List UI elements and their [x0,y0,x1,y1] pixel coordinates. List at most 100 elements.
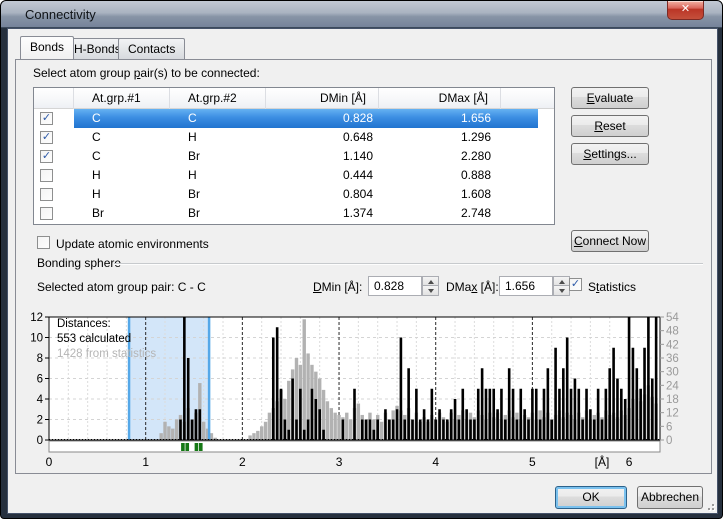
dmax-spinner[interactable] [553,276,570,296]
resize-grip[interactable] [704,500,714,510]
dmax-field[interactable]: 1.656 [499,276,553,296]
cell-grp1[interactable]: C [74,128,170,147]
cell-dmax[interactable]: 2.748 [379,204,501,223]
cell-dmax[interactable]: 1.296 [379,128,501,147]
legend-distances: Distances: [57,317,156,332]
svg-text:3: 3 [336,455,343,469]
header-dmax[interactable]: DMax [Å] [379,88,501,109]
cell-dmin[interactable]: 1.140 [266,147,379,166]
header-atgrp2[interactable]: At.grp.#2 [170,88,266,109]
spin-up-icon[interactable] [422,276,439,286]
cell-grp2[interactable]: C [170,109,266,128]
table-row[interactable]: ✓ CBr1.1402.280 [34,147,554,166]
cell-dmax[interactable]: 2.280 [379,147,501,166]
row-checkbox[interactable] [40,188,53,201]
svg-text:4: 4 [37,394,44,406]
statistics-checkbox[interactable]: ✓ [569,278,582,291]
dmin-spinner[interactable] [422,276,439,296]
table-row[interactable]: BrBr1.3742.748 [34,204,554,223]
cell-grp1[interactable]: C [74,109,170,128]
evaluate-button[interactable]: Evaluate [571,87,649,109]
table-row[interactable]: HBr0.8041.608 [34,185,554,204]
selected-pair-label: Selected atom group pair: C - C [37,280,206,294]
cell-spacer[interactable] [501,185,538,204]
settings-button[interactable]: Settings... [571,143,649,165]
atom-pair-table[interactable]: At.grp.#1 At.grp.#2 DMin [Å] DMax [Å] ✓ C… [33,87,555,225]
table-row[interactable]: ✓CC0.8281.656 [34,109,554,128]
cell-grp2[interactable]: H [170,128,266,147]
svg-text:5: 5 [529,455,536,469]
svg-text:1: 1 [142,455,149,469]
close-button[interactable]: ✕ [667,1,704,20]
cell-grp2[interactable]: Br [170,147,266,166]
connectivity-dialog: Connectivity ✕ Bonds H-Bonds Contacts Se… [0,0,723,519]
select-pairs-label: Select atom group pair(s) to be connecte… [33,66,260,80]
header-atgrp1[interactable]: At.grp.#1 [74,88,170,109]
dialog-content: Bonds H-Bonds Contacts Select atom group… [7,28,718,514]
cell-grp1[interactable]: H [74,166,170,185]
tab-bonds[interactable]: Bonds [20,36,74,59]
svg-text:6: 6 [37,374,43,386]
cell-spacer[interactable] [501,204,538,223]
svg-text:4: 4 [432,455,439,469]
row-checkbox[interactable]: ✓ [40,112,53,125]
ok-button[interactable]: OK [555,486,627,509]
dmin-label: DMin [Å]: [313,280,362,294]
svg-text:48: 48 [666,326,679,338]
tab-contacts[interactable]: Contacts [118,38,185,59]
cell-spacer[interactable] [501,109,538,128]
cell-dmin[interactable]: 0.648 [266,128,379,147]
svg-text:6: 6 [626,455,633,469]
svg-text:18: 18 [666,394,679,406]
titlebar[interactable]: Connectivity ✕ [1,1,722,28]
cell-dmin[interactable]: 1.374 [266,204,379,223]
cell-grp1[interactable]: C [74,147,170,166]
update-environments-label: Update atomic environments [56,237,209,251]
connect-now-button[interactable]: Connect Now [571,230,649,252]
table-header[interactable]: At.grp.#1 At.grp.#2 DMin [Å] DMax [Å] [34,88,554,109]
cell-grp2[interactable]: H [170,166,266,185]
table-row[interactable]: HH0.4440.888 [34,166,554,185]
spin-up-icon[interactable] [553,276,570,286]
svg-text:42: 42 [666,339,679,351]
svg-text:[Å]: [Å] [595,454,610,469]
svg-text:54: 54 [666,312,679,324]
cell-grp1[interactable]: H [74,185,170,204]
cancel-button[interactable]: Abbrechen [637,486,703,509]
table-row[interactable]: ✓ CH0.6481.296 [34,128,554,147]
cell-dmax[interactable]: 1.608 [379,185,501,204]
cell-grp2[interactable]: Br [170,185,266,204]
svg-text:12: 12 [31,312,43,324]
reset-button[interactable]: Reset [571,115,649,137]
cell-dmin[interactable]: 0.804 [266,185,379,204]
row-checkbox[interactable]: ✓ [40,131,53,144]
close-icon: ✕ [681,3,690,15]
svg-text:12: 12 [666,408,679,420]
spin-down-icon[interactable] [422,286,439,296]
svg-text:10: 10 [31,333,43,345]
svg-text:6: 6 [666,421,672,433]
bonding-sphere-group-label: Bonding sphere [37,256,121,270]
distance-histogram[interactable]: 0246810120612182430364248540123456[Å] Di… [31,309,707,471]
row-checkbox[interactable] [40,207,53,220]
cell-dmax[interactable]: 1.656 [379,109,501,128]
svg-text:24: 24 [666,380,679,392]
cell-spacer[interactable] [501,147,538,166]
cell-grp1[interactable]: Br [74,204,170,223]
row-checkbox[interactable] [40,169,53,182]
row-checkbox[interactable]: ✓ [40,150,53,163]
cell-dmin[interactable]: 0.444 [266,166,379,185]
cell-grp2[interactable]: Br [170,204,266,223]
svg-text:36: 36 [666,353,679,365]
cell-dmax[interactable]: 0.888 [379,166,501,185]
dmin-field[interactable]: 0.828 [368,276,422,296]
cell-dmin[interactable]: 0.828 [266,109,379,128]
header-dmin[interactable]: DMin [Å] [266,88,379,109]
legend-calculated: 553 calculated [57,332,156,347]
bonds-tab-page: Select atom group pair(s) to be connecte… [15,59,712,474]
update-environments-checkbox[interactable] [37,236,50,249]
cell-spacer[interactable] [501,166,538,185]
svg-text:8: 8 [37,353,43,365]
cell-spacer[interactable] [501,128,538,147]
spin-down-icon[interactable] [553,286,570,296]
